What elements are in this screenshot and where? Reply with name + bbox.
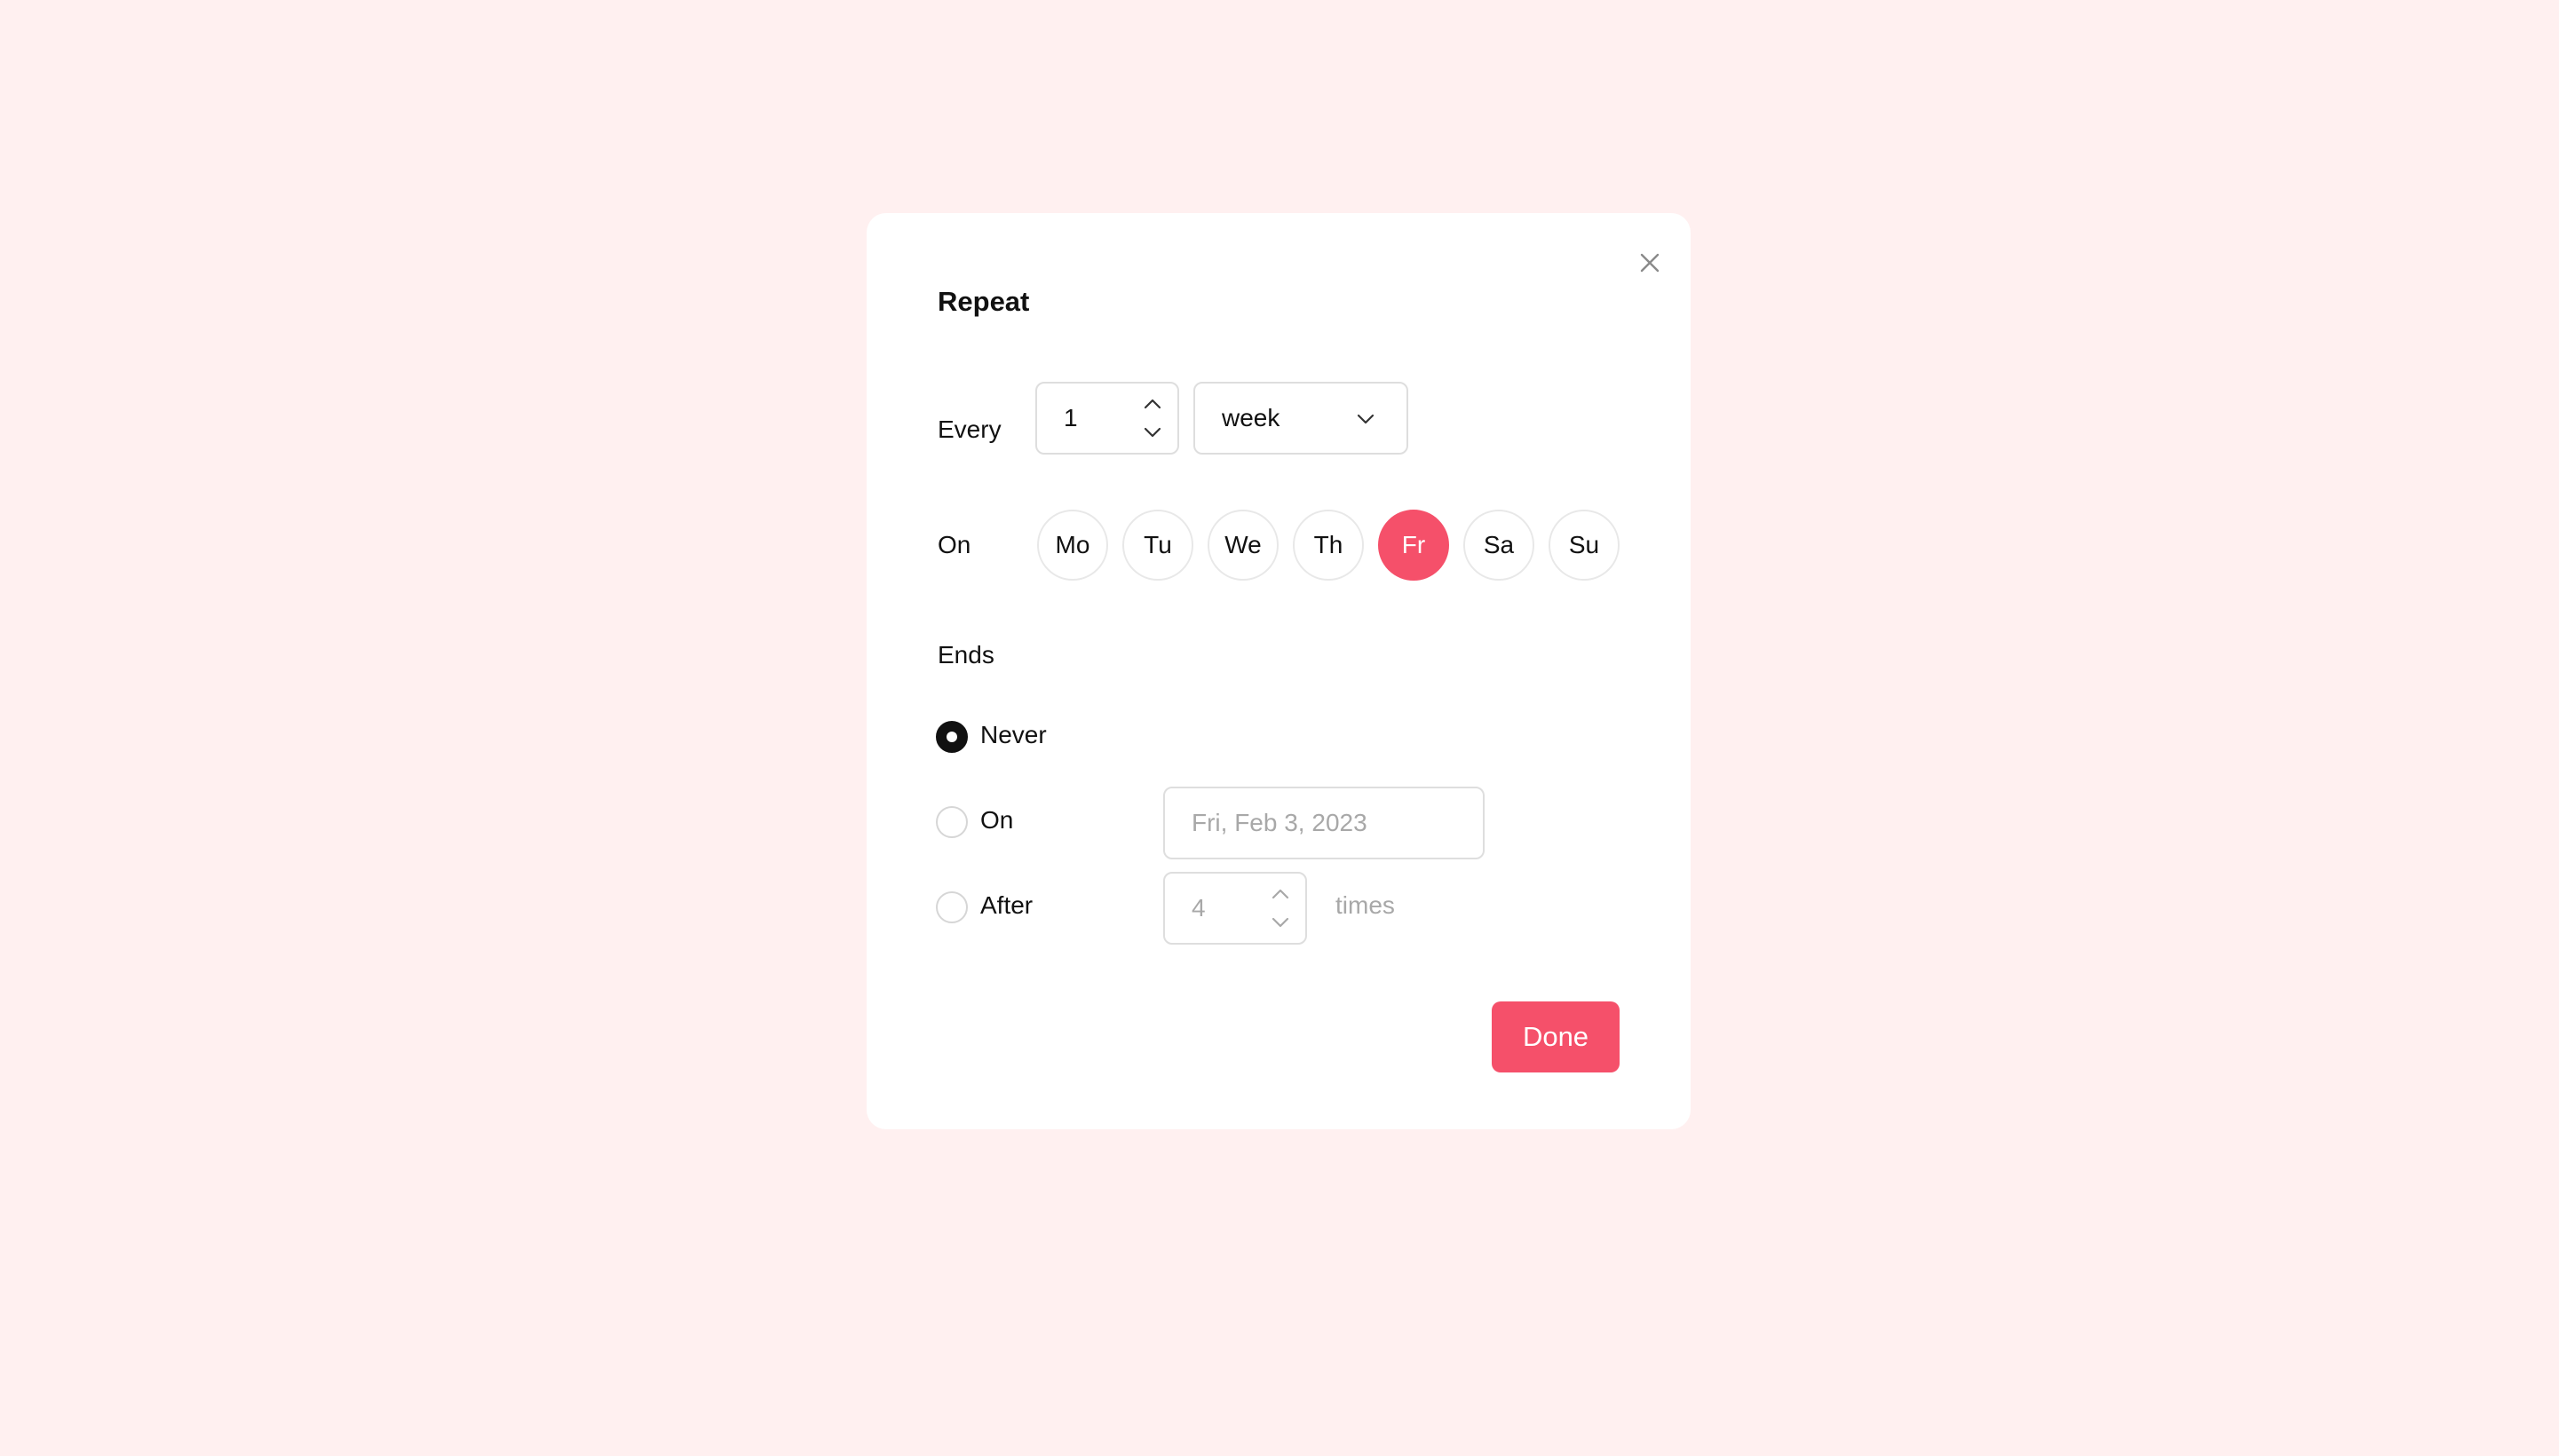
never-label: Never — [980, 721, 1047, 748]
radio-after[interactable] — [936, 891, 968, 923]
after-label: After — [980, 891, 1034, 919]
radio-never[interactable] — [936, 721, 968, 753]
every-label: Every — [938, 415, 1002, 443]
interval-stepper[interactable]: 1 — [1035, 382, 1179, 455]
on-days-label: On — [938, 531, 971, 558]
day-th-button[interactable]: Th — [1293, 510, 1364, 581]
increment-button[interactable] — [1144, 391, 1161, 417]
decrement-button[interactable] — [1272, 909, 1289, 936]
chevron-down-icon — [1357, 414, 1375, 424]
day-fr-button[interactable]: Fr — [1378, 510, 1449, 581]
chevron-up-icon — [1272, 889, 1289, 899]
close-icon — [1640, 253, 1660, 273]
decrement-button[interactable] — [1144, 419, 1161, 446]
increment-button[interactable] — [1272, 881, 1289, 907]
ends-label: Ends — [938, 641, 994, 669]
on-date-label: On — [980, 806, 1014, 834]
close-button[interactable] — [1632, 245, 1668, 281]
unit-value: week — [1222, 404, 1280, 431]
interval-value[interactable]: 1 — [1064, 404, 1078, 432]
times-suffix: times — [1335, 891, 1395, 919]
day-su-button[interactable]: Su — [1549, 510, 1620, 581]
repeat-dialog: Repeat Every 1 week On Mo Tu We Th Fr Sa Su En… — [867, 213, 1691, 1129]
day-sa-button[interactable]: Sa — [1463, 510, 1534, 581]
day-mo-button[interactable]: Mo — [1037, 510, 1108, 581]
chevron-down-icon — [1144, 427, 1161, 438]
day-we-button[interactable]: We — [1208, 510, 1279, 581]
dialog-title: Repeat — [938, 286, 1030, 317]
radio-on-date[interactable] — [936, 806, 968, 838]
done-button[interactable]: Done — [1492, 1001, 1620, 1072]
chevron-down-icon — [1272, 917, 1289, 928]
end-date-placeholder: Fri, Feb 3, 2023 — [1192, 809, 1367, 836]
occurrence-stepper[interactable]: 4 — [1163, 872, 1307, 945]
occurrence-value[interactable]: 4 — [1192, 894, 1206, 922]
end-date-input[interactable]: Fri, Feb 3, 2023 — [1163, 787, 1485, 859]
unit-select[interactable]: week — [1193, 382, 1408, 455]
day-tu-button[interactable]: Tu — [1122, 510, 1193, 581]
chevron-up-icon — [1144, 399, 1161, 409]
